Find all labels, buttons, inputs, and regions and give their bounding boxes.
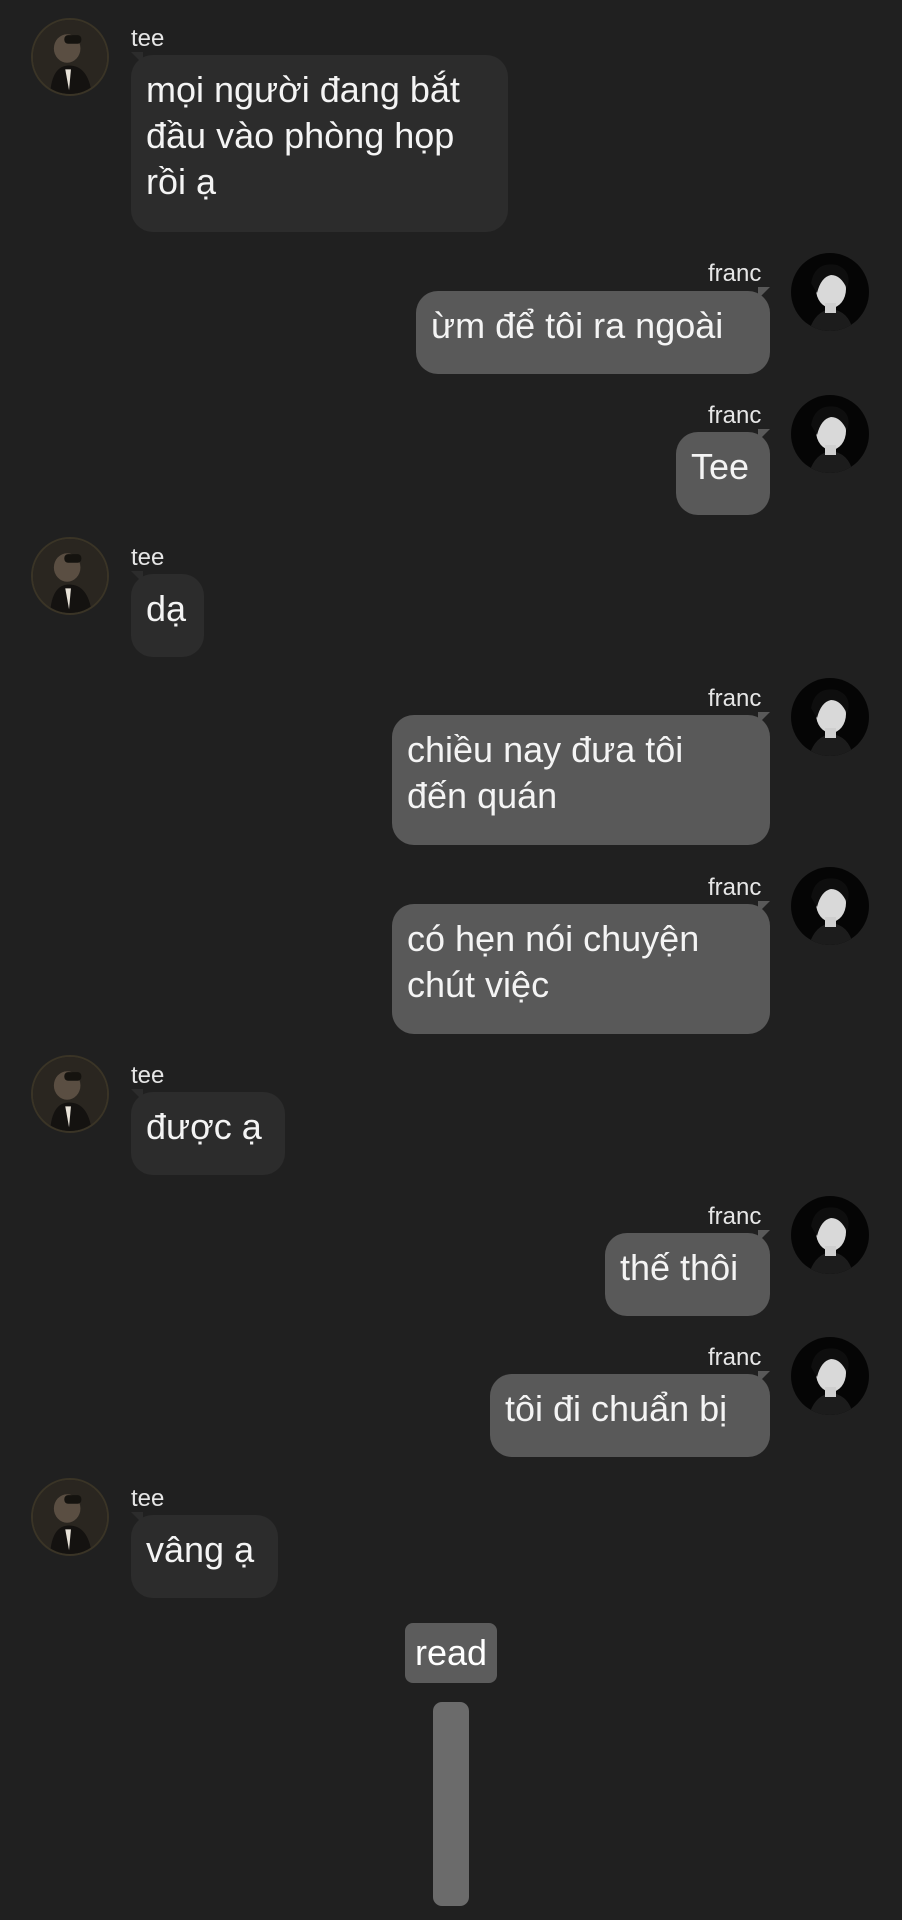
message-text-line: thế thôi [620,1247,739,1288]
message-text-line: tôi đi chuẩn bị [505,1388,728,1429]
message-bubble[interactable]: có hẹn nói chuyện chút việc [392,904,770,1034]
sender-name: tee [131,1062,165,1089]
chat-conversation: tee mọi người đang bắt đầu vào phòng họp… [0,0,902,1920]
message-text-line: dạ [146,588,187,629]
message-text-line: mọi người đang bắt [146,69,460,110]
sender-name: tee [131,25,165,52]
message-text-line: ừm để tôi ra ngoài [431,305,724,346]
message-bubble[interactable]: ừm để tôi ra ngoài [416,291,770,374]
message-text-line: được ạ [146,1106,262,1147]
franc-avatar-icon[interactable] [791,678,869,756]
message-bubble[interactable]: tôi đi chuẩn bị [490,1374,770,1457]
sender-name: franc [708,260,762,287]
tee-avatar-icon[interactable] [31,1478,109,1556]
message-bubble[interactable]: chiều nay đưa tôi đến quán [392,715,770,845]
franc-avatar-icon[interactable] [791,1196,869,1274]
message-text-line: chiều nay đưa tôi [407,729,684,770]
read-status-badge: read [405,1623,497,1683]
message-text-line: chút việc [407,964,550,1005]
franc-avatar-icon[interactable] [791,867,869,945]
message-text-line: Tee [691,446,750,487]
sender-name: tee [131,544,165,571]
message-bubble[interactable]: dạ [131,574,204,657]
franc-avatar-icon[interactable] [791,395,869,473]
message-bubble[interactable]: vâng ạ [131,1515,278,1598]
sender-name: franc [708,874,762,901]
tee-avatar-icon[interactable] [31,18,109,96]
message-bubble[interactable]: thế thôi [605,1233,770,1316]
message-bubble[interactable]: Tee [676,432,770,515]
message-text-line: vâng ạ [146,1529,255,1570]
tee-avatar-icon[interactable] [31,1055,109,1133]
sender-name: franc [708,1203,762,1230]
sender-name: franc [708,402,762,429]
message-bubble[interactable]: mọi người đang bắt đầu vào phòng họp rồi… [131,55,508,232]
message-text-line: có hẹn nói chuyện [407,918,700,959]
tee-avatar-icon[interactable] [31,537,109,615]
message-text-line: đầu vào phòng họp [146,115,455,156]
message-text-line: đến quán [407,775,558,816]
sender-name: franc [708,1344,762,1371]
scrollbar-handle[interactable] [433,1702,469,1906]
message-text-line: rồi ạ [146,161,217,202]
franc-avatar-icon[interactable] [791,253,869,331]
sender-name: franc [708,685,762,712]
message-bubble[interactable]: được ạ [131,1092,285,1175]
franc-avatar-icon[interactable] [791,1337,869,1415]
sender-name: tee [131,1485,165,1512]
